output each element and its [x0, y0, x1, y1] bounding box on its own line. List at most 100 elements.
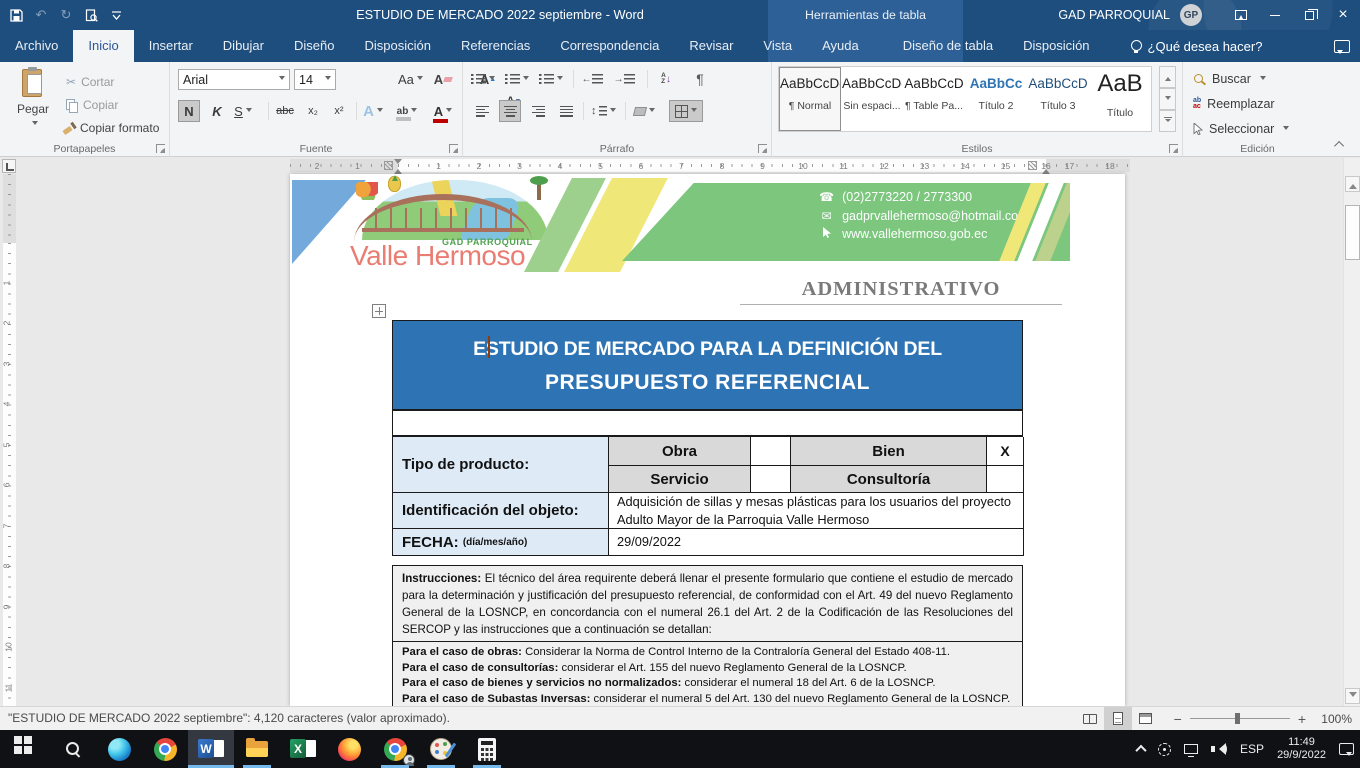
styles-more-icon[interactable]: [1159, 110, 1176, 132]
zoom-thumb[interactable]: [1235, 713, 1240, 724]
styles-scroll-down-icon[interactable]: [1159, 88, 1176, 110]
taskbar-calculator[interactable]: [464, 730, 510, 768]
style-titulo-3[interactable]: AaBbCcDTítulo 3: [1027, 67, 1089, 131]
borders-button[interactable]: [669, 100, 703, 122]
bullets-button[interactable]: [471, 68, 495, 90]
web-layout-button[interactable]: [1132, 707, 1160, 730]
sync-tray-icon[interactable]: [1158, 743, 1171, 756]
change-case-button[interactable]: Aa: [398, 68, 423, 90]
taskbar-paint[interactable]: [418, 730, 464, 768]
styles-scroll-up-icon[interactable]: [1159, 66, 1176, 88]
scroll-down-icon[interactable]: [1345, 688, 1360, 704]
consultoria-mark-cell[interactable]: [987, 466, 1024, 493]
read-mode-button[interactable]: [1076, 707, 1104, 730]
tell-me-box[interactable]: ¿Qué desea hacer?: [1117, 30, 1277, 62]
taskbar-chrome[interactable]: [142, 730, 188, 768]
feedback-button[interactable]: [1334, 30, 1350, 62]
instructions-table[interactable]: Instrucciones: El técnico del área requi…: [392, 565, 1023, 706]
redo-icon[interactable]: ↻: [58, 7, 74, 23]
empty-table-row[interactable]: [392, 410, 1023, 436]
zoom-slider[interactable]: − +: [1174, 712, 1306, 726]
align-left-button[interactable]: [471, 100, 493, 122]
line-spacing-button[interactable]: ↕: [591, 100, 616, 122]
character-count-status[interactable]: "ESTUDIO DE MERCADO 2022 septiembre": 4,…: [8, 707, 450, 730]
tab-dibujar[interactable]: Dibujar: [208, 30, 279, 62]
show-formatting-button[interactable]: ¶: [689, 68, 711, 90]
styles-dialog-launcher-icon[interactable]: [1169, 144, 1178, 153]
tab-revisar[interactable]: Revisar: [674, 30, 748, 62]
document-page[interactable]: GAD PARROQUIAL Valle Hermoso ☎(02)277322…: [290, 174, 1125, 706]
clear-formatting-button[interactable]: A: [432, 68, 454, 90]
style-titulo[interactable]: AaBTítulo: [1089, 67, 1151, 131]
form-title-block[interactable]: ESTUDIO DE MERCADO PARA LA DEFINICIÓN DE…: [392, 320, 1023, 410]
taskbar-chrome-profile[interactable]: [372, 730, 418, 768]
tab-inicio[interactable]: Inicio: [73, 30, 133, 62]
taskbar-file-explorer[interactable]: [234, 730, 280, 768]
ribbon-display-options-button[interactable]: [1224, 0, 1258, 30]
paste-button[interactable]: Pegar: [5, 67, 61, 141]
tab-referencias[interactable]: Referencias: [446, 30, 545, 62]
obra-cell[interactable]: Obra: [609, 437, 751, 466]
undo-icon[interactable]: ↶: [33, 7, 49, 23]
zoom-in-icon[interactable]: +: [1298, 712, 1306, 726]
objeto-value[interactable]: Adquisición de sillas y mesas plásticas …: [609, 493, 1024, 529]
bien-cell[interactable]: Bien: [791, 437, 987, 466]
tab-diseno-de-tabla[interactable]: Diseño de tabla: [888, 30, 1008, 62]
bien-mark-cell[interactable]: X: [987, 437, 1024, 466]
taskbar-word[interactable]: W: [188, 730, 234, 768]
select-button[interactable]: Seleccionar: [1193, 119, 1289, 139]
find-button[interactable]: Buscar: [1193, 69, 1266, 89]
zoom-out-icon[interactable]: −: [1174, 712, 1182, 726]
italic-button[interactable]: K: [206, 100, 228, 122]
servicio-cell[interactable]: Servicio: [609, 466, 751, 493]
cut-button[interactable]: ✂Cortar: [66, 72, 114, 92]
minimize-button[interactable]: [1258, 0, 1292, 30]
network-icon[interactable]: [1184, 744, 1198, 754]
tab-disposicion-tabla[interactable]: Disposición: [1008, 30, 1104, 62]
speaker-icon[interactable]: [1211, 743, 1227, 755]
increase-indent-button[interactable]: →: [613, 68, 635, 90]
tab-archivo[interactable]: Archivo: [0, 30, 73, 62]
account-name[interactable]: GAD PARROQUIAL: [1058, 8, 1170, 22]
tab-correspondencia[interactable]: Correspondencia: [545, 30, 674, 62]
tab-insertar[interactable]: Insertar: [134, 30, 208, 62]
table-move-handle[interactable]: [372, 304, 386, 318]
numbering-button[interactable]: [505, 68, 529, 90]
superscript-button[interactable]: x²: [328, 100, 350, 122]
font-family-select[interactable]: Arial: [178, 69, 290, 90]
copy-button[interactable]: Copiar: [66, 95, 118, 115]
tab-vista[interactable]: Vista: [748, 30, 807, 62]
align-right-button[interactable]: [527, 100, 549, 122]
taskbar-excel[interactable]: X: [280, 730, 326, 768]
collapse-ribbon-button[interactable]: [1332, 138, 1348, 150]
horizontal-ruler[interactable]: 21123456789101112131415161718: [290, 158, 1130, 173]
text-effects-button[interactable]: A: [362, 100, 384, 122]
format-painter-button[interactable]: Copiar formato: [62, 118, 159, 138]
font-color-button[interactable]: A: [432, 100, 454, 122]
taskbar-edge[interactable]: [96, 730, 142, 768]
vertical-ruler[interactable]: 1234567891011: [2, 174, 17, 706]
hidden-icons-chevron[interactable]: [1135, 745, 1146, 756]
strikethrough-button[interactable]: abc: [274, 100, 296, 122]
justify-button[interactable]: [555, 100, 577, 122]
scrollbar-thumb[interactable]: [1345, 205, 1360, 260]
underline-button[interactable]: S: [232, 100, 254, 122]
multilevel-list-button[interactable]: [539, 68, 563, 90]
font-dialog-launcher-icon[interactable]: [449, 144, 458, 153]
objeto-label[interactable]: Identificación del objeto:: [393, 493, 609, 529]
servicio-mark-cell[interactable]: [751, 466, 791, 493]
zoom-level[interactable]: 100%: [1314, 712, 1352, 726]
style-titulo-2[interactable]: AaBbCcTítulo 2: [965, 67, 1027, 131]
style-normal[interactable]: AaBbCcDc¶ Normal: [779, 67, 841, 131]
customize-quick-access-icon[interactable]: [108, 7, 124, 23]
style-table-paragraph[interactable]: AaBbCcD¶ Table Pa...: [903, 67, 965, 131]
paste-dropdown-icon[interactable]: [32, 121, 38, 128]
decrease-indent-button[interactable]: ←: [581, 68, 603, 90]
taskbar-search-button[interactable]: [50, 730, 96, 768]
shading-button[interactable]: [633, 100, 655, 122]
start-button[interactable]: [4, 730, 50, 768]
replace-button[interactable]: abacReemplazar: [1193, 94, 1275, 114]
print-preview-icon[interactable]: [83, 7, 99, 23]
tab-ayuda[interactable]: Ayuda: [807, 30, 874, 62]
print-layout-button[interactable]: [1104, 707, 1132, 730]
